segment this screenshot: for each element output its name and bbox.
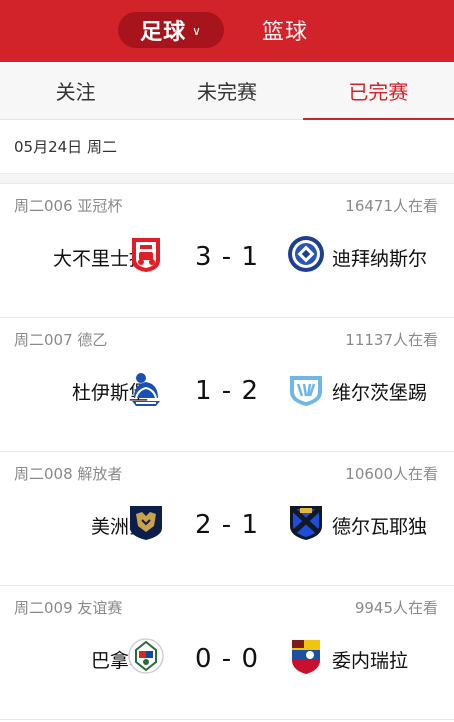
al-nasr-logo-icon bbox=[288, 236, 324, 272]
viewer-count: 10600人在看 bbox=[345, 464, 438, 483]
score: 2 - 1 bbox=[195, 510, 259, 540]
match-body: 杜伊斯堡 1 - 2 维尔茨堡踢 bbox=[0, 360, 454, 452]
match-meta: 周二006 亚冠杯 16471人在看 bbox=[0, 184, 454, 226]
top-bar: 足球 ∨ 篮球 bbox=[0, 0, 454, 62]
match-row[interactable]: 周二007 德乙 11137人在看 杜伊斯堡 1 - 2 维尔茨堡踢 bbox=[0, 318, 454, 452]
away-team-name: 委内瑞拉 bbox=[332, 650, 409, 672]
chevron-down-icon: ∨ bbox=[192, 24, 202, 38]
sport-selector-label: 足球 bbox=[140, 20, 187, 45]
match-row[interactable]: 周二008 解放者 10600人在看 美洲狮 2 - 1 德尔瓦耶独 bbox=[0, 452, 454, 586]
duisburg-logo-icon bbox=[132, 373, 160, 406]
independiente-del-valle-logo-icon bbox=[290, 506, 322, 540]
tab-finished[interactable]: 已完赛 bbox=[302, 62, 454, 120]
match-meta: 周二009 友谊赛 9945人在看 bbox=[0, 586, 454, 628]
wurzburg-logo-icon bbox=[290, 376, 322, 406]
match-code-league: 周二009 友谊赛 bbox=[14, 598, 123, 617]
score: 3 - 1 bbox=[195, 242, 259, 272]
match-code-league: 周二006 亚冠杯 bbox=[14, 196, 123, 215]
match-meta: 周二007 德乙 11137人在看 bbox=[0, 318, 454, 360]
match-row[interactable]: 周二009 友谊赛 9945人在看 巴拿马 0 - 0 委内瑞拉 bbox=[0, 586, 454, 720]
viewer-count: 11137人在看 bbox=[345, 330, 438, 349]
match-row[interactable]: 周二006 亚冠杯 16471人在看 大不里士拖 3 - 1 迪拜纳斯尔 bbox=[0, 184, 454, 318]
score: 1 - 2 bbox=[195, 376, 259, 406]
match-body: 美洲狮 2 - 1 德尔瓦耶独 bbox=[0, 494, 454, 586]
score: 0 - 0 bbox=[195, 644, 259, 674]
away-team-name: 维尔茨堡踢 bbox=[332, 382, 428, 404]
status-tabs: 关注 未完赛 已完赛 bbox=[0, 62, 454, 120]
date-header: 05月24日 周二 bbox=[0, 120, 454, 174]
match-code-league: 周二007 德乙 bbox=[14, 330, 108, 349]
match-body: 巴拿马 0 - 0 委内瑞拉 bbox=[0, 628, 454, 720]
section-divider bbox=[0, 174, 454, 184]
tractor-logo-icon bbox=[132, 238, 160, 272]
match-body: 大不里士拖 3 - 1 迪拜纳斯尔 bbox=[0, 226, 454, 318]
away-team-name: 德尔瓦耶独 bbox=[332, 516, 428, 538]
venezuela-logo-icon bbox=[292, 640, 320, 674]
away-team-name: 迪拜纳斯尔 bbox=[332, 248, 428, 270]
tab-following[interactable]: 关注 bbox=[0, 62, 151, 119]
panama-logo-icon bbox=[128, 638, 164, 674]
viewer-count: 9945人在看 bbox=[354, 598, 438, 617]
sport-tab-basketball[interactable]: 篮球 bbox=[262, 14, 308, 46]
match-meta: 周二008 解放者 10600人在看 bbox=[0, 452, 454, 494]
tab-unfinished[interactable]: 未完赛 bbox=[151, 62, 302, 119]
viewer-count: 16471人在看 bbox=[345, 196, 438, 215]
match-code-league: 周二008 解放者 bbox=[14, 464, 123, 483]
sport-selector-football[interactable]: 足球 ∨ bbox=[118, 12, 224, 48]
pumas-logo-icon bbox=[130, 506, 162, 540]
